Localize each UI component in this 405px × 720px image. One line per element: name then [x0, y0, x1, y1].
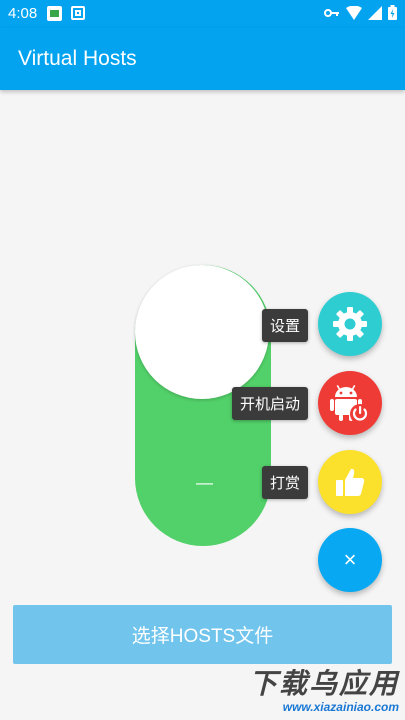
reward-button[interactable] — [318, 450, 382, 514]
watermark-logo: 下载乌应用 www.xiazainiao.com — [239, 668, 399, 718]
settings-label[interactable]: 设置 — [261, 309, 308, 342]
thumbs-up-icon — [336, 468, 365, 496]
battery-icon — [388, 5, 397, 20]
wifi-icon — [346, 5, 362, 20]
select-hosts-file-button[interactable]: 选择HOSTS文件 — [13, 605, 392, 664]
notification-app-icon — [47, 6, 62, 21]
vpn-toggle-knob[interactable] — [135, 265, 269, 399]
settings-button[interactable] — [318, 292, 382, 356]
reward-label[interactable]: 打赏 — [261, 466, 308, 499]
android-power-icon — [330, 385, 370, 424]
vpn-key-icon — [324, 8, 339, 17]
gear-icon — [333, 307, 367, 341]
autostart-label[interactable]: 开机启动 — [231, 387, 308, 420]
app-bar: Virtual Hosts — [0, 28, 405, 90]
signal-icon — [368, 5, 382, 20]
watermark-url: www.xiazainiao.com — [282, 700, 399, 714]
fab-close-button[interactable]: × — [318, 528, 382, 592]
watermark-title: 下载乌应用 — [248, 668, 399, 699]
status-bar: 4:08 — [0, 0, 405, 28]
notification-square-icon — [71, 6, 85, 20]
status-time: 4:08 — [8, 5, 38, 22]
status-icons — [324, 5, 397, 20]
close-icon: × — [343, 547, 357, 572]
autostart-button[interactable] — [318, 371, 382, 435]
page-title: Virtual Hosts — [18, 47, 137, 70]
switch-state-mark: — — [196, 473, 213, 492]
